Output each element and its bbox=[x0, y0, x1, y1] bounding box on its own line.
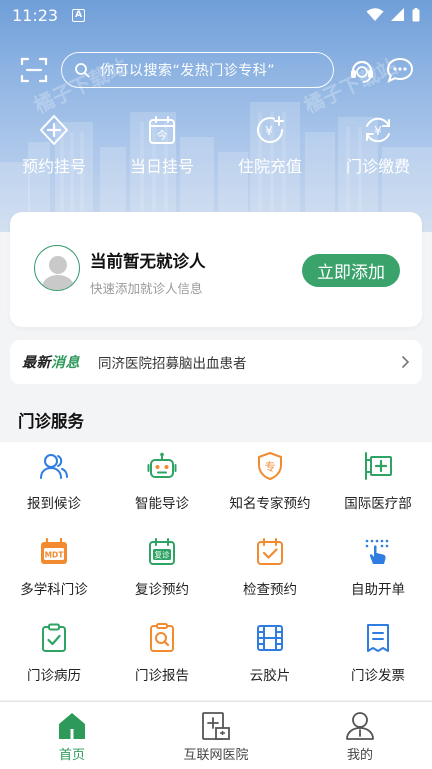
patient-card-subtitle: 快速添加就诊人信息 bbox=[90, 281, 203, 296]
robot-icon bbox=[147, 452, 177, 478]
customer-service-icon[interactable] bbox=[348, 56, 376, 84]
yuan-refresh-icon: ¥ bbox=[366, 117, 390, 143]
service-label: 多学科门诊 bbox=[20, 582, 88, 598]
service-label: 自助开单 bbox=[351, 582, 405, 598]
home-icon bbox=[59, 713, 85, 739]
nav-home[interactable]: 首页 bbox=[0, 702, 144, 769]
nav-label: 我的 bbox=[346, 748, 373, 763]
svg-text:专: 专 bbox=[265, 460, 276, 474]
service-label: 门诊病历 bbox=[27, 668, 81, 684]
service-grid: 报到候诊 智能导诊 专 知名专家预约 国际医疗部 MDT 多学科门诊 复诊 复诊… bbox=[0, 442, 432, 700]
search-placeholder: 你可以搜索“发热门诊专科” bbox=[100, 63, 276, 79]
service-item-check-in[interactable]: 报到候诊 bbox=[0, 442, 108, 526]
search-row: 你可以搜索“发热门诊专科” bbox=[0, 52, 432, 90]
news-bar[interactable]: 最新消息 同济医院招募脑出血患者 bbox=[10, 340, 422, 384]
service-item-follow-up[interactable]: 复诊 复诊预约 bbox=[108, 528, 216, 612]
mdt-calendar-icon: MDT bbox=[41, 537, 67, 564]
message-icon[interactable] bbox=[386, 56, 414, 84]
report-search-icon bbox=[150, 623, 174, 652]
quick-actions: 预约挂号 今 当日挂号 ¥ 住院充值 ¥ 门诊缴费 bbox=[0, 114, 432, 177]
appointment-plus-icon bbox=[40, 115, 68, 145]
scan-icon[interactable] bbox=[20, 56, 48, 84]
service-item-mdt[interactable]: MDT 多学科门诊 bbox=[0, 528, 108, 612]
bottom-nav: 首页 互联网医院 我的 bbox=[0, 701, 432, 769]
service-item-self-order[interactable]: 自助开单 bbox=[324, 528, 432, 612]
service-label: 检查预约 bbox=[243, 582, 297, 598]
service-label: 门诊发票 bbox=[351, 668, 405, 684]
service-label: 云胶片 bbox=[249, 668, 291, 684]
section-title: 门诊服务 bbox=[18, 412, 84, 431]
service-label: 复诊预约 bbox=[135, 582, 189, 598]
signal-icon bbox=[391, 8, 404, 21]
service-item-report[interactable]: 门诊报告 bbox=[108, 614, 216, 698]
internet-hospital-icon bbox=[202, 712, 230, 740]
yuan-plus-icon: ¥ bbox=[257, 116, 284, 144]
service-label: 知名专家预约 bbox=[229, 496, 311, 512]
calendar-check-icon bbox=[257, 538, 283, 565]
quick-action-label: 门诊缴费 bbox=[345, 157, 410, 176]
svg-text:MDT: MDT bbox=[45, 551, 65, 560]
service-item-exam-appointment[interactable]: 检查预约 bbox=[216, 528, 324, 612]
nav-label: 互联网医院 bbox=[183, 748, 249, 763]
service-item-international[interactable]: 国际医疗部 bbox=[324, 442, 432, 526]
film-icon bbox=[257, 625, 283, 651]
clipboard-check-icon bbox=[42, 623, 66, 652]
battery-icon bbox=[412, 8, 420, 22]
service-item-expert-appointment[interactable]: 专 知名专家预约 bbox=[216, 442, 324, 526]
quick-action-same-day[interactable]: 今 当日挂号 bbox=[108, 114, 216, 177]
expert-shield-icon: 专 bbox=[258, 452, 282, 480]
quick-action-outpatient-payment[interactable]: ¥ 门诊缴费 bbox=[324, 114, 432, 177]
news-tag-message: 消息 bbox=[51, 355, 80, 371]
service-item-smart-guide[interactable]: 智能导诊 bbox=[108, 442, 216, 526]
nav-internet-hospital[interactable]: 互联网医院 bbox=[144, 702, 288, 769]
wifi-icon bbox=[366, 8, 384, 21]
invoice-icon bbox=[367, 624, 389, 652]
quick-action-inpatient-recharge[interactable]: ¥ 住院充值 bbox=[216, 114, 324, 177]
status-time: 11:23 bbox=[12, 5, 59, 25]
service-label: 报到候诊 bbox=[27, 496, 81, 512]
svg-text:复诊: 复诊 bbox=[155, 550, 170, 560]
news-tag: 最新消息 bbox=[22, 352, 80, 372]
service-item-medical-record[interactable]: 门诊病历 bbox=[0, 614, 108, 698]
status-icons bbox=[366, 8, 420, 22]
avatar-placeholder-icon bbox=[41, 256, 75, 290]
news-tag-latest: 最新 bbox=[22, 355, 51, 371]
chevron-right-icon bbox=[402, 356, 410, 368]
avatar bbox=[34, 245, 80, 291]
service-label: 智能导诊 bbox=[135, 496, 189, 512]
add-patient-button[interactable]: 立即添加 bbox=[302, 254, 400, 287]
patient-card: 当前暂无就诊人 快速添加就诊人信息 立即添加 bbox=[10, 212, 422, 327]
news-headline: 同济医院招募脑出血患者 bbox=[98, 356, 247, 372]
service-label: 门诊报告 bbox=[135, 668, 189, 684]
calendar-today-icon: 今 bbox=[149, 116, 175, 144]
search-bar[interactable]: 你可以搜索“发热门诊专科” bbox=[61, 52, 334, 88]
service-item-cloud-film[interactable]: 云胶片 bbox=[216, 614, 324, 698]
quick-action-label: 当日挂号 bbox=[129, 157, 194, 176]
profile-icon bbox=[346, 712, 374, 740]
nav-label: 首页 bbox=[58, 748, 85, 763]
hand-tap-icon bbox=[365, 539, 389, 564]
quick-action-label: 住院充值 bbox=[237, 157, 302, 176]
patient-card-title: 当前暂无就诊人 bbox=[90, 252, 206, 271]
svg-text:¥: ¥ bbox=[265, 124, 273, 138]
users-icon bbox=[40, 454, 68, 479]
quick-action-appointment[interactable]: 预约挂号 bbox=[0, 114, 108, 177]
service-label: 国际医疗部 bbox=[344, 496, 412, 512]
svg-text:¥: ¥ bbox=[374, 124, 382, 138]
quick-action-label: 预约挂号 bbox=[21, 157, 86, 176]
status-bar: 11:23 A bbox=[0, 0, 432, 30]
search-icon bbox=[75, 63, 90, 78]
follow-up-icon: 复诊 bbox=[149, 538, 175, 565]
notification-a-icon: A bbox=[72, 8, 86, 22]
service-item-invoice[interactable]: 门诊发票 bbox=[324, 614, 432, 698]
svg-text:今: 今 bbox=[157, 128, 168, 142]
international-clinic-icon bbox=[365, 452, 392, 480]
nav-profile[interactable]: 我的 bbox=[288, 702, 432, 769]
